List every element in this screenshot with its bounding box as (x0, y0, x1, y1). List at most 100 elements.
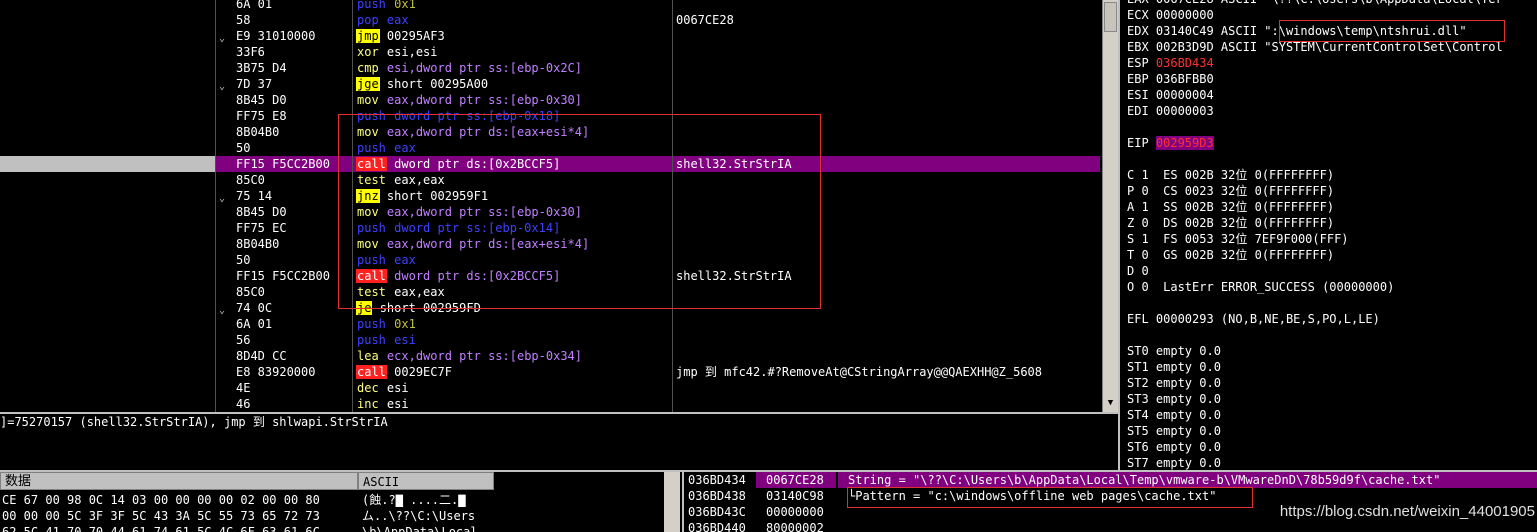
disasm-row[interactable]: 46 inc esi (0, 396, 1100, 412)
address-cell[interactable] (0, 316, 215, 332)
disasm-row[interactable]: 4E dec esi (0, 380, 1100, 396)
address-cell[interactable] (0, 60, 215, 76)
register-line[interactable]: A 1 SS 002B 32位 0(FFFFFFFF) (1127, 199, 1334, 215)
register-line[interactable]: ECX 00000000 (1127, 7, 1214, 23)
instruction[interactable]: mov eax,dword ptr ss:[ebp-0x30] (356, 92, 582, 108)
register-line[interactable]: ST5 empty 0.0 (1127, 423, 1221, 439)
address-cell[interactable] (0, 76, 215, 92)
address-cell[interactable] (0, 332, 215, 348)
instruction[interactable]: call 0029EC7F (356, 364, 452, 380)
instruction[interactable]: push 0x1 (356, 316, 416, 332)
instruction[interactable]: push esi (356, 332, 416, 348)
scroll-down-arrow-icon[interactable]: ▼ (1104, 397, 1117, 410)
disasm-row[interactable]: 3B75 D4 cmp esi,dword ptr ss:[ebp-0x2C] (0, 60, 1100, 76)
disasm-row[interactable]: ⌄ 7D 37 jge short 00295A00 (0, 76, 1100, 92)
address-cell[interactable] (0, 108, 215, 124)
disasm-row[interactable]: 8D4D CC lea ecx,dword ptr ss:[ebp-0x34] (0, 348, 1100, 364)
address-cell[interactable] (0, 396, 215, 412)
address-cell[interactable] (0, 44, 215, 60)
stack-address[interactable]: 036BD434 (688, 472, 746, 488)
stack-value[interactable]: 00000000 (756, 504, 836, 520)
instruction[interactable]: xor esi,esi (356, 44, 438, 60)
register-line[interactable]: ST0 empty 0.0 (1127, 343, 1221, 359)
register-line[interactable]: Z 0 DS 002B 32位 0(FFFFFFFF) (1127, 215, 1334, 231)
disasm-row[interactable]: 6A 01 push 0x1 (0, 316, 1100, 332)
register-line[interactable]: O 0 LastErr ERROR_SUCCESS (00000000) (1127, 279, 1394, 295)
address-cell[interactable] (0, 284, 215, 300)
dump-hex-row[interactable]: 62 5C 41 70 70 44 61 74 61 5C 4C 6F 63 6… (2, 524, 358, 532)
address-cell[interactable] (0, 140, 215, 156)
address-cell[interactable] (0, 12, 215, 28)
stack-address[interactable]: 036BD438 (688, 488, 746, 504)
scrollbar-thumb[interactable] (1104, 2, 1117, 32)
disasm-row[interactable]: 58 pop eax 0067CE28 (0, 12, 1100, 28)
register-line[interactable]: P 0 CS 0023 32位 0(FFFFFFFF) (1127, 183, 1334, 199)
register-line[interactable]: ST2 empty 0.0 (1127, 375, 1221, 391)
disasm-row[interactable]: E8 83920000 call 0029EC7F jmp 到 mfc42.#?Re… (0, 364, 1100, 380)
register-line[interactable]: ST6 empty 0.0 (1127, 439, 1221, 455)
instruction[interactable]: jmp 00295AF3 (356, 28, 445, 44)
instruction[interactable]: dec esi (356, 380, 409, 396)
register-line[interactable]: ST3 empty 0.0 (1127, 391, 1221, 407)
instruction[interactable]: inc esi (356, 396, 409, 412)
register-line[interactable]: ESP 036BD434 (1127, 55, 1214, 71)
register-line[interactable]: EIP 002959D3 (1127, 135, 1214, 151)
address-cell[interactable] (0, 188, 215, 204)
address-cell[interactable] (0, 0, 215, 12)
address-cell[interactable] (0, 156, 215, 172)
address-cell[interactable] (0, 268, 215, 284)
disasm-row[interactable]: 6A 01 push 0x1 (0, 0, 1100, 12)
register-line[interactable]: EFL 00000293 (NO,B,NE,BE,S,PO,L,LE) (1127, 311, 1380, 327)
hex-bytes: 33F6 (236, 45, 265, 59)
dump-hex-header[interactable]: 数据 (0, 472, 358, 490)
register-line[interactable]: T 0 GS 002B 32位 0(FFFFFFFF) (1127, 247, 1334, 263)
instruction[interactable]: pop eax (356, 12, 409, 28)
register-line[interactable]: EBP 036BFBB0 (1127, 71, 1214, 87)
stack-address[interactable]: 036BD43C (688, 504, 746, 520)
registers-pane[interactable]: EAX 0067CE28 ASCII "\??\C:\Users\b\AppDa… (1118, 0, 1537, 472)
address-cell[interactable] (0, 236, 215, 252)
info-line: ]=75270157 (shell32.StrStrIA), jmp 到 shl… (0, 415, 388, 429)
register-line[interactable]: C 1 ES 002B 32位 0(FFFFFFFF) (1127, 167, 1334, 183)
register-line[interactable]: ST1 empty 0.0 (1127, 359, 1221, 375)
address-cell[interactable] (0, 348, 215, 364)
instruction[interactable]: lea ecx,dword ptr ss:[ebp-0x34] (356, 348, 582, 364)
address-cell[interactable] (0, 28, 215, 44)
register-line[interactable]: EAX 0067CE28 ASCII "\??\C:\Users\b\AppDa… (1127, 0, 1503, 7)
dump-ascii-row[interactable]: \b\AppData\Local (362, 524, 492, 532)
dump-ascii-header[interactable]: ASCII (358, 472, 494, 490)
instruction[interactable]: push 0x1 (356, 0, 416, 12)
address-cell[interactable] (0, 92, 215, 108)
dump-pane[interactable]: CE 67 00 98 0C 14 03 00 00 00 00 02 00 0… (0, 490, 494, 532)
stack-value[interactable]: 80000002 (756, 520, 836, 532)
register-line[interactable]: EDI 00000003 (1127, 103, 1214, 119)
address-cell[interactable] (0, 380, 215, 396)
register-line[interactable]: ST4 empty 0.0 (1127, 407, 1221, 423)
register-line[interactable]: S 1 FS 0053 32位 7EF9F000(FFF) (1127, 231, 1349, 247)
disasm-row[interactable]: 33F6 xor esi,esi (0, 44, 1100, 60)
instruction[interactable]: cmp esi,dword ptr ss:[ebp-0x2C] (356, 60, 582, 76)
stack-address[interactable]: 036BD440 (688, 520, 746, 532)
address-cell[interactable] (0, 124, 215, 140)
disasm-row[interactable]: 8B45 D0 mov eax,dword ptr ss:[ebp-0x30] (0, 92, 1100, 108)
address-cell[interactable] (0, 364, 215, 380)
dump-hex-row[interactable]: CE 67 00 98 0C 14 03 00 00 00 00 02 00 0… (2, 492, 358, 508)
disasm-row[interactable]: ⌄ E9 31010000 jmp 00295AF3 (0, 28, 1100, 44)
disasm-row[interactable]: 56 push esi (0, 332, 1100, 348)
register-line[interactable]: D 0 (1127, 263, 1149, 279)
address-cell[interactable] (0, 204, 215, 220)
disassembly-scrollbar[interactable]: ▼ (1102, 0, 1118, 412)
register-line[interactable]: ESI 00000004 (1127, 87, 1214, 103)
stack-value[interactable]: 03140C98 (756, 488, 836, 504)
dump-ascii-row[interactable]: ム..\??\C:\Users (362, 508, 492, 524)
address-cell[interactable] (0, 300, 215, 316)
stack-value[interactable]: 0067CE28 (756, 472, 836, 488)
dump-ascii-row[interactable]: (蝕.?▇ ....二.▇ (362, 492, 492, 508)
dump-hex-row[interactable]: 00 00 00 5C 3F 3F 5C 43 3A 5C 55 73 65 7… (2, 508, 358, 524)
register-line[interactable]: ST7 empty 0.0 (1127, 455, 1221, 471)
address-cell[interactable] (0, 252, 215, 268)
dump-scrollbar[interactable] (664, 472, 680, 532)
instruction[interactable]: jge short 00295A00 (356, 76, 488, 92)
address-cell[interactable] (0, 172, 215, 188)
address-cell[interactable] (0, 220, 215, 236)
